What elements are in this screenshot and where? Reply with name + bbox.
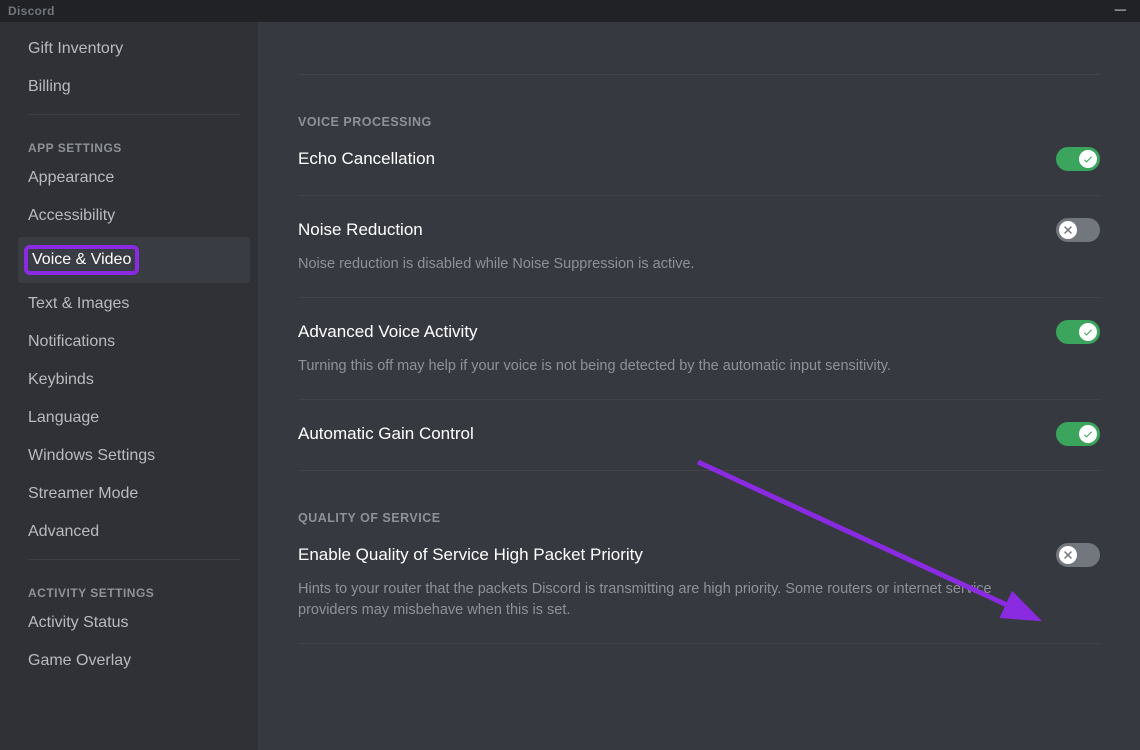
check-icon: [1079, 425, 1097, 443]
sidebar-item-streamer-mode[interactable]: Streamer Mode: [18, 477, 250, 511]
toggle-noise-reduction[interactable]: [1056, 218, 1100, 242]
settings-content: Hardware acceleration uses your GPU for …: [258, 22, 1140, 750]
setting-advanced-voice-activity: Advanced Voice Activity: [298, 320, 1100, 346]
sidebar-item-language[interactable]: Language: [18, 401, 250, 435]
sidebar-header-app-settings: APP SETTINGS: [18, 125, 250, 161]
sidebar-separator: [28, 559, 240, 560]
sidebar-header-activity-settings: ACTIVITY SETTINGS: [18, 570, 250, 606]
sidebar-item-accessibility[interactable]: Accessibility: [18, 199, 250, 233]
app-name: Discord: [8, 4, 55, 18]
sidebar-separator: [28, 114, 240, 115]
divider: [298, 74, 1100, 75]
divider: [298, 470, 1100, 471]
setting-title: Automatic Gain Control: [298, 424, 474, 444]
check-icon: [1079, 323, 1097, 341]
toggle-advanced-voice-activity[interactable]: [1056, 320, 1100, 344]
check-icon: [1079, 150, 1097, 168]
setting-title: Echo Cancellation: [298, 149, 435, 169]
window-controls: ─: [1109, 0, 1132, 22]
sidebar-item-gift-inventory[interactable]: Gift Inventory: [18, 32, 250, 66]
annotation-highlight-box: Voice & Video: [24, 245, 139, 275]
setting-noise-reduction: Noise Reduction: [298, 218, 1100, 244]
divider: [298, 297, 1100, 298]
setting-description: Noise reduction is disabled while Noise …: [298, 254, 1038, 275]
minimize-button[interactable]: ─: [1109, 3, 1132, 19]
sidebar-item-billing[interactable]: Billing: [18, 70, 250, 104]
divider: [298, 399, 1100, 400]
setting-echo-cancellation: Echo Cancellation: [298, 147, 1100, 173]
divider: [298, 195, 1100, 196]
divider: [298, 643, 1100, 644]
setting-title: Noise Reduction: [298, 220, 423, 240]
sidebar-item-activity-status[interactable]: Activity Status: [18, 606, 250, 640]
sidebar-item-game-overlay[interactable]: Game Overlay: [18, 644, 250, 678]
x-icon: [1059, 221, 1077, 239]
setting-description: Turning this off may help if your voice …: [298, 356, 1038, 377]
sidebar-item-advanced[interactable]: Advanced: [18, 515, 250, 549]
toggle-echo-cancellation[interactable]: [1056, 147, 1100, 171]
section-header-voice-processing: VOICE PROCESSING: [298, 115, 1100, 129]
settings-sidebar: Gift Inventory Billing APP SETTINGS Appe…: [0, 22, 258, 750]
sidebar-item-label: Voice & Video: [32, 251, 131, 268]
toggle-qos-packet-priority[interactable]: [1056, 543, 1100, 567]
sidebar-item-windows-settings[interactable]: Windows Settings: [18, 439, 250, 473]
setting-qos-packet-priority: Enable Quality of Service High Packet Pr…: [298, 543, 1100, 569]
setting-description: Hints to your router that the packets Di…: [298, 579, 1038, 621]
sidebar-item-text-images[interactable]: Text & Images: [18, 287, 250, 321]
setting-title: Advanced Voice Activity: [298, 322, 478, 342]
sidebar-item-voice-video[interactable]: Voice & Video: [18, 237, 250, 283]
sidebar-item-notifications[interactable]: Notifications: [18, 325, 250, 359]
x-icon: [1059, 546, 1077, 564]
titlebar: Discord ─: [0, 0, 1140, 22]
setting-title: Enable Quality of Service High Packet Pr…: [298, 545, 643, 565]
section-header-qos: QUALITY OF SERVICE: [298, 511, 1100, 525]
sidebar-item-appearance[interactable]: Appearance: [18, 161, 250, 195]
sidebar-item-keybinds[interactable]: Keybinds: [18, 363, 250, 397]
setting-automatic-gain-control: Automatic Gain Control: [298, 422, 1100, 448]
toggle-automatic-gain-control[interactable]: [1056, 422, 1100, 446]
